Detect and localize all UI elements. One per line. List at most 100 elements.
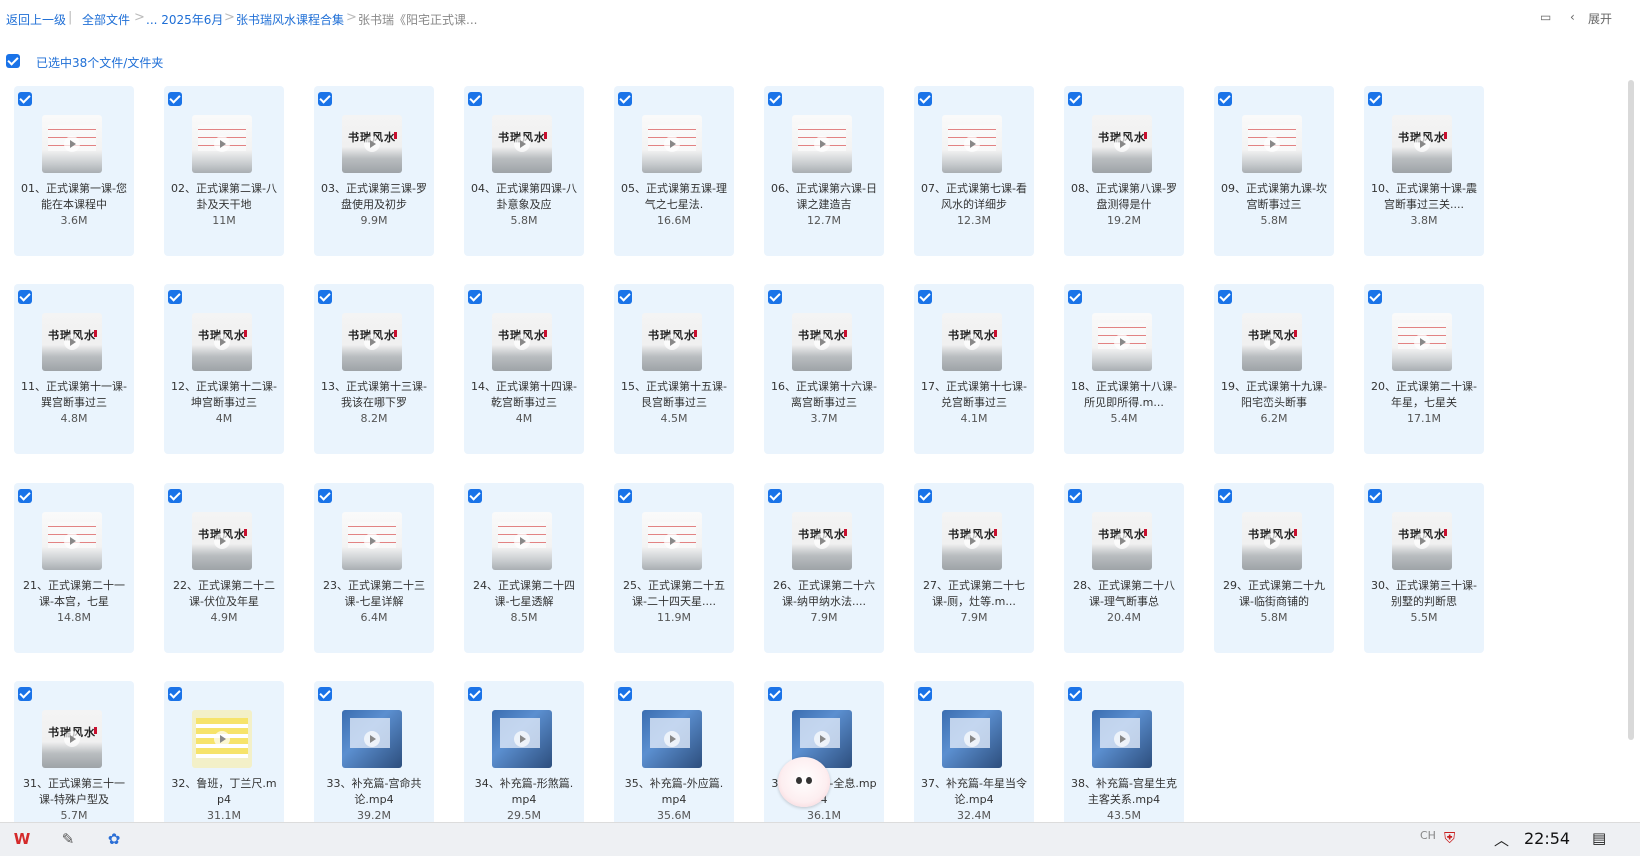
file-checkbox[interactable] [1368, 92, 1382, 106]
file-name[interactable]: 33、补充篇-宫命共论.mp4 [320, 776, 428, 810]
file-name[interactable]: 21、正式课第二十一课-本宫，七星 [20, 578, 128, 612]
file-name[interactable]: 15、正式课第十五课-艮宫断事过三 [620, 379, 728, 413]
file-tile[interactable]: 06、正式课第六课-日课之建造吉 12.7M [764, 86, 884, 256]
file-checkbox[interactable] [468, 687, 482, 701]
file-tile[interactable]: 书瑞风水 27、正式课第二十七课-厕，灶等.m...7.9M [914, 483, 1034, 653]
input-method[interactable]: CH [1420, 829, 1436, 842]
file-tile[interactable]: 21、正式课第二十一课-本宫，七星 14.8M [14, 483, 134, 653]
file-name[interactable]: 11、正式课第十一课-巽宫断事过三 [20, 379, 128, 413]
file-tile[interactable]: 书瑞风水 13、正式课第十三课-我该在哪下罗8.2M [314, 284, 434, 454]
video-thumbnail[interactable] [642, 512, 702, 570]
wps-icon[interactable]: W [12, 830, 32, 848]
file-name[interactable]: 34、补充篇-形煞篇.mp4 [470, 776, 578, 810]
file-name[interactable]: 25、正式课第二十五课-二十四天星.... [620, 578, 728, 612]
file-tile[interactable]: 书瑞风水 03、正式课第三课-罗盘使用及初步9.9M [314, 86, 434, 256]
play-icon[interactable] [664, 136, 680, 152]
file-name[interactable]: 02、正式课第二课-八卦及天干地 [170, 181, 278, 215]
file-checkbox[interactable] [768, 489, 782, 503]
file-checkbox[interactable] [168, 687, 182, 701]
file-name[interactable]: 13、正式课第十三课-我该在哪下罗 [320, 379, 428, 413]
antivirus-icon[interactable]: ⛨ [1444, 829, 1455, 847]
video-thumbnail[interactable]: 书瑞风水 [942, 512, 1002, 570]
file-checkbox[interactable] [1068, 489, 1082, 503]
file-name[interactable]: 38、补充篇-宫星生克主客关系.mp4 [1070, 776, 1178, 810]
file-name[interactable]: 17、正式课第十七课-兑宫断事过三 [920, 379, 1028, 413]
file-checkbox[interactable] [468, 92, 482, 106]
play-icon[interactable] [814, 136, 830, 152]
file-name[interactable]: 06、正式课第六课-日课之建造吉 [770, 181, 878, 215]
play-icon[interactable] [814, 334, 830, 350]
play-icon[interactable] [364, 136, 380, 152]
file-tile[interactable]: 书瑞风水 29、正式课第二十九课-临街商铺的5.8M [1214, 483, 1334, 653]
select-all-checkbox[interactable] [6, 54, 20, 68]
video-thumbnail[interactable]: 书瑞风水 [942, 313, 1002, 371]
file-checkbox[interactable] [318, 92, 332, 106]
file-checkbox[interactable] [168, 290, 182, 304]
file-tile[interactable]: 07、正式课第七课-看风水的详细步 12.3M [914, 86, 1034, 256]
chevron-left-icon[interactable]: ‹ [1570, 10, 1575, 24]
scrollbar[interactable] [1628, 80, 1634, 740]
file-name[interactable]: 01、正式课第一课-您能在本课程中 [20, 181, 128, 215]
expand-button[interactable]: 展开 [1588, 10, 1612, 27]
play-icon[interactable] [814, 533, 830, 549]
file-tile[interactable]: 书瑞风水 16、正式课第十六课-离宫断事过三3.7M [764, 284, 884, 454]
file-tile[interactable]: 05、正式课第五课-理气之七星法. 16.6M [614, 86, 734, 256]
video-thumbnail[interactable]: 书瑞风水 [792, 313, 852, 371]
file-checkbox[interactable] [18, 687, 32, 701]
file-checkbox[interactable] [768, 290, 782, 304]
assistant-mascot[interactable] [778, 757, 830, 807]
video-thumbnail[interactable]: 书瑞风水 [1242, 512, 1302, 570]
breadcrumb-all-files[interactable]: 全部文件 [82, 11, 130, 28]
video-thumbnail[interactable] [642, 710, 702, 768]
file-checkbox[interactable] [618, 290, 632, 304]
file-checkbox[interactable] [1068, 92, 1082, 106]
file-tile[interactable]: 书瑞风水 22、正式课第二十二课-伏位及年星4.9M [164, 483, 284, 653]
video-thumbnail[interactable]: 书瑞风水 [792, 512, 852, 570]
play-icon[interactable] [364, 731, 380, 747]
file-name[interactable]: 10、正式课第十课-震宫断事过三关.... [1370, 181, 1478, 215]
file-name[interactable]: 19、正式课第十九课-阳宅峦头断事 [1220, 379, 1328, 413]
file-checkbox[interactable] [1218, 290, 1232, 304]
play-icon[interactable] [64, 731, 80, 747]
file-name[interactable]: 35、补充篇-外应篇.mp4 [620, 776, 728, 810]
file-checkbox[interactable] [1068, 687, 1082, 701]
file-name[interactable]: 05、正式课第五课-理气之七星法. [620, 181, 728, 215]
file-tile[interactable]: 书瑞风水 11、正式课第十一课-巽宫断事过三4.8M [14, 284, 134, 454]
play-icon[interactable] [964, 334, 980, 350]
file-checkbox[interactable] [1368, 290, 1382, 304]
video-thumbnail[interactable]: 书瑞风水 [1392, 512, 1452, 570]
file-tile[interactable]: 01、正式课第一课-您能在本课程中 3.6M [14, 86, 134, 256]
play-icon[interactable] [514, 136, 530, 152]
file-name[interactable]: 22、正式课第二十二课-伏位及年星 [170, 578, 278, 612]
breadcrumb-month[interactable]: ... 2025年6月 [146, 11, 223, 28]
clock[interactable]: 22:54 [1524, 829, 1570, 848]
notepad-icon[interactable]: ✎ [58, 830, 78, 848]
video-thumbnail[interactable]: 书瑞风水 [1092, 115, 1152, 173]
file-tile[interactable]: 书瑞风水 28、正式课第二十八课-理气断事总20.4M [1064, 483, 1184, 653]
app-icon[interactable]: ✿ [104, 830, 124, 848]
file-name[interactable]: 14、正式课第十四课-乾宫断事过三 [470, 379, 578, 413]
file-tile[interactable]: 25、正式课第二十五课-二十四天星.... 11.9M [614, 483, 734, 653]
play-icon[interactable] [814, 731, 830, 747]
play-icon[interactable] [1114, 334, 1130, 350]
file-name[interactable]: 26、正式课第二十六课-纳甲纳水法.... [770, 578, 878, 612]
play-icon[interactable] [1414, 533, 1430, 549]
file-checkbox[interactable] [918, 687, 932, 701]
play-icon[interactable] [1264, 334, 1280, 350]
play-icon[interactable] [64, 334, 80, 350]
play-icon[interactable] [1414, 136, 1430, 152]
file-tile[interactable]: 18、正式课第十八课-所见即所得.m... 5.4M [1064, 284, 1184, 454]
video-thumbnail[interactable] [42, 512, 102, 570]
video-thumbnail[interactable] [492, 512, 552, 570]
file-tile[interactable]: 书瑞风水 10、正式课第十课-震宫断事过三关....3.8M [1364, 86, 1484, 256]
video-thumbnail[interactable] [792, 115, 852, 173]
notification-icon[interactable]: ▤ [1592, 829, 1606, 847]
view-toggle-icon[interactable]: ▭ [1540, 10, 1551, 24]
file-tile[interactable]: 书瑞风水 04、正式课第四课-八卦意象及应5.8M [464, 86, 584, 256]
video-thumbnail[interactable] [42, 115, 102, 173]
file-checkbox[interactable] [468, 489, 482, 503]
video-thumbnail[interactable] [642, 115, 702, 173]
file-tile[interactable]: 书瑞风水 26、正式课第二十六课-纳甲纳水法....7.9M [764, 483, 884, 653]
video-thumbnail[interactable]: 书瑞风水 [492, 313, 552, 371]
file-name[interactable]: 20、正式课第二十课-年星，七星关 [1370, 379, 1478, 413]
